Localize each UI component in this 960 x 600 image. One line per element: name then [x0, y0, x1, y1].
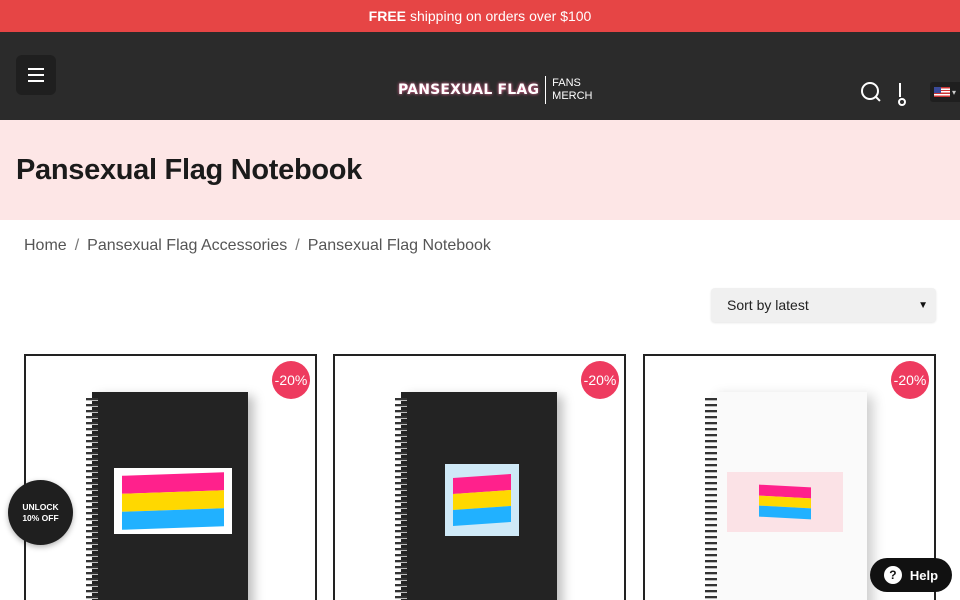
shipping-message: shipping on orders over $100: [410, 8, 592, 24]
header-actions: ▾: [860, 81, 960, 106]
breadcrumb-current: Pansexual Flag Notebook: [307, 237, 491, 254]
flag-sticker: [727, 472, 843, 532]
cart-icon[interactable]: [896, 81, 916, 106]
breadcrumb-home[interactable]: Home: [24, 237, 67, 255]
discount-badge: -20%: [581, 361, 619, 399]
menu-button[interactable]: [16, 55, 56, 95]
logo-main-text: PANSEXUAL FLAG: [398, 82, 540, 98]
flag-sticker: [445, 464, 519, 536]
logo-sub-text: FANS MERCH: [552, 77, 593, 102]
product-image[interactable]: [395, 392, 557, 600]
us-flag-icon: [933, 87, 950, 97]
product-image[interactable]: [705, 392, 867, 600]
page-title: Pansexual Flag Notebook: [16, 153, 363, 186]
help-icon: ?: [883, 566, 902, 584]
pansexual-flag-image: [453, 473, 511, 527]
menu-icon: [28, 68, 44, 70]
discount-badge: -20%: [272, 361, 310, 399]
product-card[interactable]: -20%: [24, 354, 317, 600]
chevron-down-icon: ▾: [951, 87, 956, 97]
pansexual-flag-image: [122, 472, 224, 530]
sort-select[interactable]: Sort by latest ▼: [711, 288, 936, 322]
language-selector[interactable]: ▾: [929, 82, 960, 102]
notebook-spiral: [705, 398, 717, 600]
site-logo[interactable]: PANSEXUAL FLAG FANS MERCH: [398, 76, 593, 104]
announcement-bar: FREE shipping on orders over $100: [0, 0, 960, 32]
unlock-label: UNLOCK: [22, 501, 59, 512]
search-icon[interactable]: [860, 81, 882, 103]
sort-selected-value: Sort by latest: [727, 297, 809, 313]
breadcrumb-separator: /: [295, 237, 300, 254]
help-label: Help: [909, 567, 939, 583]
pansexual-flag-image: [759, 484, 811, 520]
breadcrumb-separator: /: [74, 237, 80, 254]
discount-label: 10% OFF: [22, 512, 59, 523]
discount-badge: -20%: [891, 361, 929, 399]
help-button[interactable]: ? Help: [870, 558, 952, 592]
discount-popup-button[interactable]: UNLOCK 10% OFF: [8, 480, 73, 545]
chevron-down-icon: ▼: [918, 299, 928, 311]
logo-divider: [545, 76, 547, 104]
notebook-spiral: [86, 398, 98, 600]
breadcrumb-category[interactable]: Pansexual Flag Accessories: [87, 237, 287, 255]
site-header: PANSEXUAL FLAG FANS MERCH ▾: [0, 32, 960, 120]
product-image[interactable]: [86, 392, 248, 600]
breadcrumb: Home / Pansexual Flag Accessories / Pans…: [24, 237, 491, 255]
notebook-spiral: [395, 398, 407, 600]
product-card[interactable]: -20%: [333, 354, 626, 600]
free-label: FREE: [368, 8, 406, 24]
page-title-band: Pansexual Flag Notebook: [0, 120, 960, 220]
flag-sticker: [114, 468, 232, 534]
